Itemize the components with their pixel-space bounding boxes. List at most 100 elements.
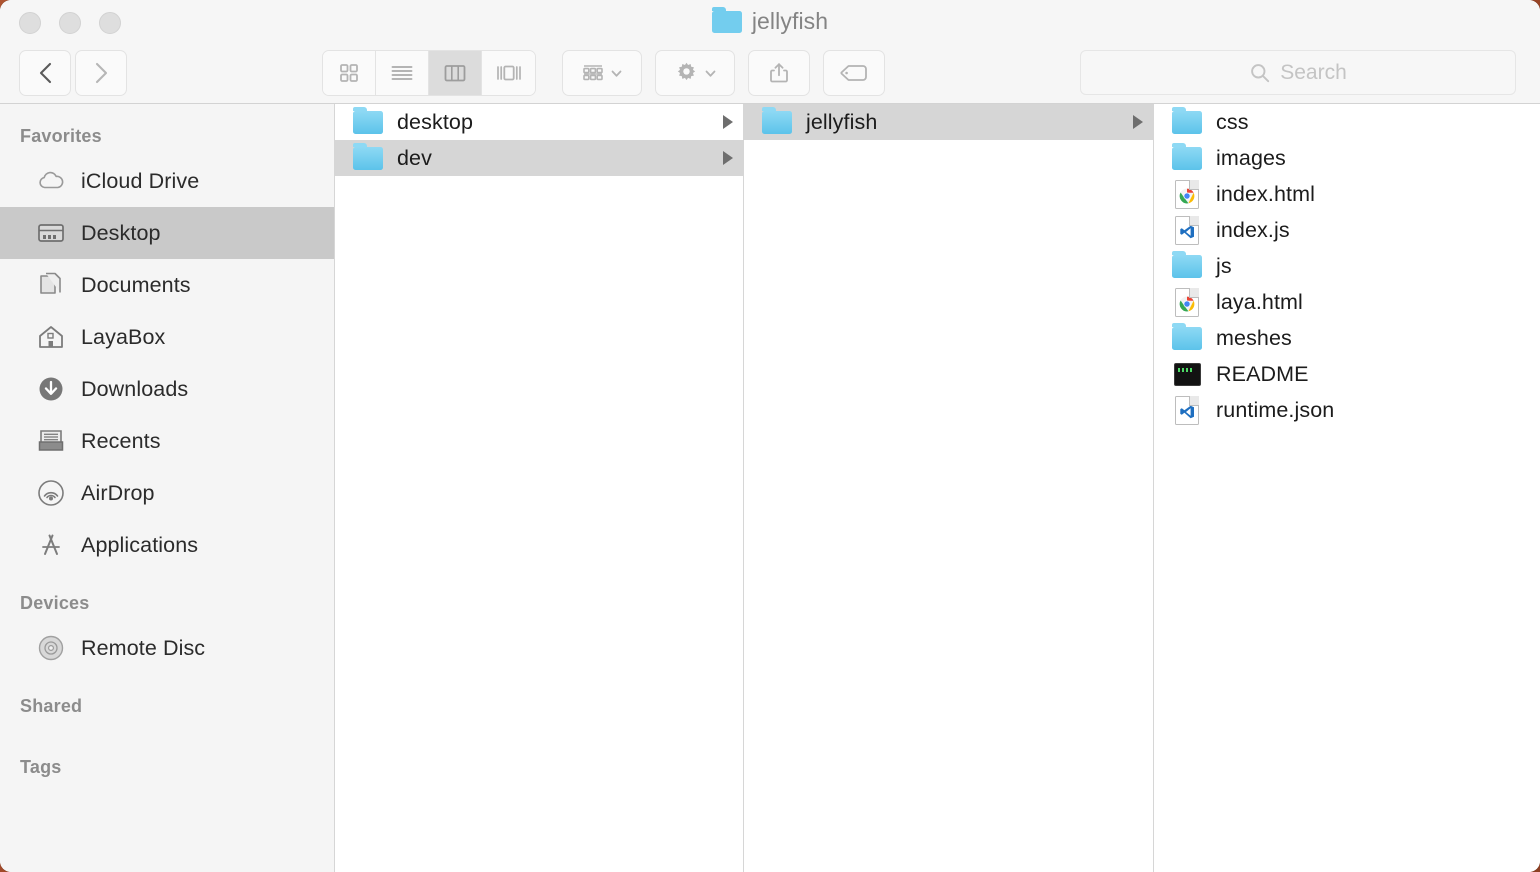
- page-title: jellyfish: [751, 8, 829, 34]
- cloud-icon: [36, 166, 66, 196]
- tag-icon: [840, 65, 867, 81]
- folder-icon: [762, 106, 792, 137]
- list-item[interactable]: laya.html: [1154, 284, 1540, 320]
- sidebar-item-label: Remote Disc: [81, 635, 206, 660]
- sidebar-item-applications[interactable]: Applications: [0, 519, 334, 571]
- sidebar: Favorites iCloud Drive Desktop Documents…: [0, 104, 335, 872]
- recents-icon: [36, 426, 66, 456]
- file-name: README: [1216, 361, 1309, 386]
- traffic-lights: [19, 12, 121, 34]
- sidebar-section-favorites: Favorites: [20, 126, 102, 146]
- desktop-icon: [36, 218, 66, 248]
- sidebar-section-devices: Devices: [20, 593, 90, 613]
- documents-icon: [36, 270, 66, 300]
- gallery-view-button[interactable]: [482, 51, 535, 95]
- minimize-button[interactable]: [59, 12, 81, 34]
- sidebar-item-documents[interactable]: Documents: [0, 259, 334, 311]
- list-item[interactable]: index.html: [1154, 176, 1540, 212]
- file-name: dev: [397, 145, 432, 170]
- folder-icon: [1172, 250, 1202, 281]
- columns-icon: [444, 65, 466, 82]
- column-browser: desktop dev jellyfish css images index.h…: [335, 104, 1540, 872]
- sidebar-section-tags: Tags: [20, 757, 62, 777]
- sidebar-item-icloud-drive[interactable]: iCloud Drive: [0, 155, 334, 207]
- action-menu-button[interactable]: [655, 50, 735, 96]
- forward-button[interactable]: [75, 50, 127, 96]
- grid-icon: [340, 64, 358, 82]
- list-icon: [391, 66, 413, 80]
- arrange-by-button[interactable]: [562, 50, 642, 96]
- home-icon: [36, 322, 66, 352]
- file-name: js: [1216, 253, 1232, 278]
- download-icon: [36, 374, 66, 404]
- list-view-button[interactable]: [376, 51, 429, 95]
- share-button[interactable]: [748, 50, 810, 96]
- sidebar-item-label: Applications: [81, 532, 199, 557]
- search-placeholder: Search: [1280, 60, 1347, 84]
- back-button[interactable]: [19, 50, 71, 96]
- folder-icon: [353, 106, 383, 137]
- search-input[interactable]: Search: [1080, 50, 1516, 95]
- vscode-document-icon: [1172, 215, 1202, 245]
- sidebar-item-label: AirDrop: [81, 480, 155, 505]
- sidebar-item-label: Desktop: [81, 220, 161, 245]
- sidebar-item-label: Recents: [81, 428, 161, 453]
- chevron-left-icon: [39, 62, 51, 84]
- sidebar-item-downloads[interactable]: Downloads: [0, 363, 334, 415]
- finder-window: jellyfish Search Favorites iCloud Drive …: [0, 0, 1540, 872]
- search-icon: [1251, 63, 1270, 82]
- list-item[interactable]: desktop: [335, 104, 743, 140]
- disclosure-triangle-icon[interactable]: [723, 151, 733, 165]
- sidebar-section-shared: Shared: [20, 696, 83, 716]
- file-name: index.js: [1216, 217, 1290, 242]
- view-switcher: [322, 50, 536, 96]
- navigation-buttons: [19, 50, 127, 96]
- list-item[interactable]: README: [1154, 356, 1540, 392]
- list-item[interactable]: css: [1154, 104, 1540, 140]
- chrome-document-icon: [1172, 287, 1202, 317]
- disc-icon: [36, 633, 66, 663]
- file-name: index.html: [1216, 181, 1315, 206]
- close-button[interactable]: [19, 12, 41, 34]
- list-item[interactable]: js: [1154, 248, 1540, 284]
- gallery-icon: [496, 65, 521, 81]
- disclosure-triangle-icon[interactable]: [1133, 115, 1143, 129]
- window-title: jellyfish: [0, 6, 1540, 35]
- list-item[interactable]: index.js: [1154, 212, 1540, 248]
- list-item[interactable]: dev: [335, 140, 743, 176]
- folder-icon: [1172, 106, 1202, 137]
- sidebar-item-recents[interactable]: Recents: [0, 415, 334, 467]
- folder-icon: [1172, 142, 1202, 173]
- file-name: css: [1216, 109, 1249, 134]
- list-item[interactable]: runtime.json: [1154, 392, 1540, 428]
- column-view-button[interactable]: [429, 51, 482, 95]
- file-name: jellyfish: [806, 109, 878, 134]
- sidebar-item-remote-disc[interactable]: Remote Disc: [0, 622, 334, 674]
- sidebar-item-label: Downloads: [81, 376, 189, 401]
- tag-button[interactable]: [823, 50, 885, 96]
- sidebar-item-label: Documents: [81, 272, 191, 297]
- share-icon: [770, 63, 788, 83]
- column-2: jellyfish: [744, 104, 1154, 872]
- list-item[interactable]: meshes: [1154, 320, 1540, 356]
- terminal-document-icon: [1172, 359, 1202, 389]
- sidebar-item-label: LayaBox: [81, 324, 166, 349]
- gear-icon: [677, 62, 695, 80]
- list-item[interactable]: images: [1154, 140, 1540, 176]
- list-item[interactable]: jellyfish: [744, 104, 1153, 140]
- folder-icon: [353, 142, 383, 173]
- zoom-button[interactable]: [99, 12, 121, 34]
- file-name: meshes: [1216, 325, 1292, 350]
- column-3: css images index.html index.js js laya.h…: [1154, 104, 1540, 872]
- titlebar: jellyfish Search: [0, 0, 1540, 104]
- airdrop-icon: [36, 478, 66, 508]
- sidebar-item-layabox[interactable]: LayaBox: [0, 311, 334, 363]
- disclosure-triangle-icon[interactable]: [723, 115, 733, 129]
- chrome-document-icon: [1172, 179, 1202, 209]
- grid-rows-icon: [583, 65, 603, 81]
- chevron-down-icon: [705, 70, 715, 77]
- sidebar-item-desktop[interactable]: Desktop: [0, 207, 334, 259]
- sidebar-item-airdrop[interactable]: AirDrop: [0, 467, 334, 519]
- folder-icon: [1172, 322, 1202, 353]
- icon-view-button[interactable]: [323, 51, 376, 95]
